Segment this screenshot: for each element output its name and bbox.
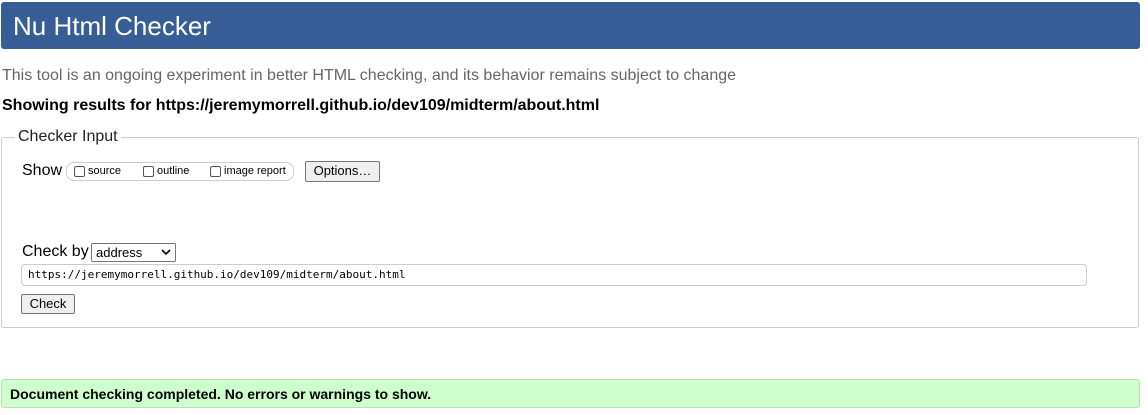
- show-options-group: source outline image report: [66, 162, 294, 181]
- show-image-report-option[interactable]: image report: [210, 164, 286, 178]
- check-button[interactable]: Check: [21, 294, 75, 314]
- show-outline-option[interactable]: outline: [143, 164, 189, 178]
- page: Nu Html Checker This tool is an ongoing …: [0, 0, 1148, 415]
- source-checkbox[interactable]: [74, 165, 85, 177]
- check-by-select[interactable]: address: [91, 243, 176, 262]
- header-bar: Nu Html Checker: [1, 2, 1140, 49]
- check-by-label: Check by: [22, 243, 89, 260]
- outline-checkbox[interactable]: [143, 165, 154, 177]
- check-by-selected-value: address: [96, 245, 143, 260]
- intro-text: This tool is an ongoing experiment in be…: [2, 67, 737, 84]
- image-report-label: image report: [224, 165, 286, 177]
- url-input[interactable]: https://jeremymorrell.github.io/dev109/m…: [21, 264, 1087, 286]
- show-source-option[interactable]: source: [74, 164, 121, 178]
- chevron-down-icon: [161, 249, 171, 256]
- show-label: Show: [22, 162, 63, 179]
- source-label: source: [88, 165, 122, 177]
- status-message: Document checking completed. No errors o…: [10, 386, 432, 402]
- results-heading: Showing results for https://jeremymorrel…: [2, 97, 600, 114]
- image-report-checkbox[interactable]: [210, 165, 221, 177]
- page-title: Nu Html Checker: [13, 11, 211, 41]
- options-button[interactable]: Options…: [305, 161, 380, 182]
- status-message-box: Document checking completed. No errors o…: [1, 379, 1140, 408]
- checker-input-legend: Checker Input: [15, 127, 121, 147]
- outline-label: outline: [157, 165, 190, 177]
